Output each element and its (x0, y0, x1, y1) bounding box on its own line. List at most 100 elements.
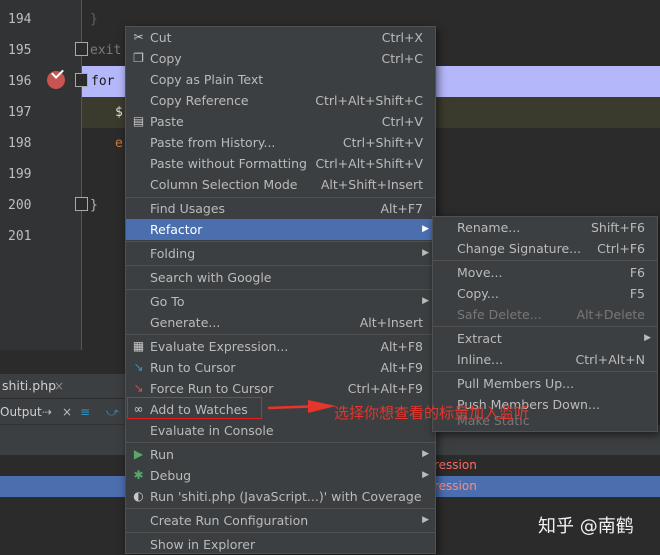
submenu-arrow-icon: ▶ (422, 515, 429, 525)
submenu-arrow-icon: ▶ (422, 470, 429, 480)
menu-item-label: Copy... (457, 286, 499, 301)
list-icon[interactable]: ≡ (80, 404, 90, 420)
menu-separator (126, 241, 435, 242)
file-tab[interactable]: shiti.php (0, 374, 56, 398)
menu-item-folding[interactable]: Folding ▶ (126, 243, 435, 264)
editor-context-menu: ✂ Cut Ctrl+X ❐ Copy Ctrl+C Copy as Plain… (125, 26, 436, 554)
menu-item-paste-without-formatting[interactable]: Paste without Formatting Ctrl+Alt+Shift+… (126, 153, 435, 174)
submenu-item-inline[interactable]: Inline... Ctrl+Alt+N (433, 349, 657, 370)
close-icon[interactable]: × (62, 404, 72, 420)
close-icon[interactable]: × (54, 374, 64, 398)
menu-item-paste-from-history[interactable]: Paste from History... Ctrl+Shift+V (126, 132, 435, 153)
watch-value-text: ression (434, 479, 477, 493)
menu-item-run-to-cursor[interactable]: ↘ Run to Cursor Alt+F9 (126, 357, 435, 378)
pin-arrow-icon[interactable]: ⇢ (42, 404, 52, 420)
menu-item-label: Show in Explorer (150, 537, 256, 552)
menu-item-label: Move... (457, 265, 503, 280)
menu-item-evaluate-expression[interactable]: ▦ Evaluate Expression... Alt+F8 (126, 336, 435, 357)
shortcut-text: Alt+F7 (380, 201, 423, 216)
fold-marker-icon[interactable] (75, 42, 88, 56)
submenu-item-copy[interactable]: Copy... F5 (433, 283, 657, 304)
shortcut-text: Ctrl+F6 (597, 241, 645, 256)
submenu-item-extract[interactable]: Extract ▶ (433, 328, 657, 349)
shortcut-text: Alt+F8 (380, 339, 423, 354)
code-text: exit (90, 43, 122, 58)
menu-item-label: Inline... (457, 352, 504, 367)
menu-item-generate[interactable]: Generate... Alt+Insert (126, 312, 435, 333)
fold-marker-icon[interactable] (75, 197, 88, 211)
shortcut-text: Ctrl+Alt+N (575, 352, 645, 367)
menu-item-label: Evaluate in Console (150, 423, 274, 438)
menu-item-label: Run 'shiti.php (JavaScript...)' with Cov… (150, 489, 422, 504)
line-number: 198 (8, 136, 32, 151)
menu-item-label: Create Run Configuration (150, 513, 309, 528)
menu-item-force-run-to-cursor[interactable]: ↘ Force Run to Cursor Ctrl+Alt+F9 (126, 378, 435, 399)
code-text: e (115, 136, 123, 151)
menu-item-copy[interactable]: ❐ Copy Ctrl+C (126, 48, 435, 69)
menu-item-paste[interactable]: ▤ Paste Ctrl+V (126, 111, 435, 132)
menu-item-copy-reference[interactable]: Copy Reference Ctrl+Alt+Shift+C (126, 90, 435, 111)
calculator-icon: ▦ (132, 339, 145, 353)
menu-item-debug[interactable]: ✱ Debug ▶ (126, 465, 435, 486)
menu-item-copy-plain-text[interactable]: Copy as Plain Text (126, 69, 435, 90)
submenu-item-move[interactable]: Move... F6 (433, 262, 657, 283)
debug-toolbar: Output ⇢ × ≡ ⤻ (0, 399, 125, 425)
submenu-arrow-icon: ▶ (422, 296, 429, 306)
submenu-arrow-icon: ▶ (422, 224, 429, 234)
clipboard-icon: ▤ (132, 114, 145, 128)
menu-item-go-to[interactable]: Go To ▶ (126, 291, 435, 312)
submenu-arrow-icon: ▶ (644, 333, 651, 343)
shortcut-text: Alt+Shift+Insert (320, 177, 423, 192)
menu-item-search-google[interactable]: Search with Google (126, 267, 435, 288)
shortcut-text: Alt+Insert (359, 315, 423, 330)
watch-value-text: ression (434, 458, 477, 472)
menu-item-evaluate-in-console[interactable]: Evaluate in Console (126, 420, 435, 441)
shortcut-text: Alt+F9 (380, 360, 423, 375)
submenu-item-safe-delete[interactable]: Safe Delete... Alt+Delete (433, 304, 657, 325)
menu-item-create-run-configuration[interactable]: Create Run Configuration ▶ (126, 510, 435, 531)
menu-item-label: Cut (150, 30, 172, 45)
refactor-submenu: Rename... Shift+F6 Change Signature... C… (432, 216, 658, 432)
debug-bug-icon: ✱ (133, 468, 144, 482)
menu-item-label: Copy (150, 51, 182, 66)
force-run-to-cursor-icon: ↘ (133, 381, 144, 395)
menu-item-find-usages[interactable]: Find Usages Alt+F7 (126, 198, 435, 219)
menu-item-cut[interactable]: ✂ Cut Ctrl+X (126, 27, 435, 48)
menu-item-show-in-explorer[interactable]: Show in Explorer (126, 534, 435, 555)
fold-marker-icon[interactable] (75, 73, 88, 87)
shortcut-text: F6 (629, 265, 645, 280)
code-text: } (90, 12, 98, 27)
menu-item-label: Pull Members Up... (457, 376, 575, 391)
code-text: } (90, 198, 98, 213)
menu-item-label: Find Usages (150, 201, 226, 216)
submenu-item-pull-members-up[interactable]: Pull Members Up... (433, 373, 657, 394)
code-text: $ (115, 105, 123, 120)
menu-item-run-with-coverage[interactable]: ◐ Run 'shiti.php (JavaScript...)' with C… (126, 486, 435, 507)
submenu-item-rename[interactable]: Rename... Shift+F6 (433, 217, 657, 238)
menu-item-label: Force Run to Cursor (150, 381, 274, 396)
menu-separator (126, 508, 435, 509)
step-icon[interactable]: ⤻ (106, 404, 119, 420)
annotation-highlight-box (127, 397, 262, 419)
menu-item-label: Copy as Plain Text (150, 72, 264, 87)
menu-item-column-selection-mode[interactable]: Column Selection Mode Alt+Shift+Insert (126, 174, 435, 195)
menu-item-label: Paste from History... (150, 135, 276, 150)
shortcut-text: Ctrl+Alt+F9 (347, 381, 423, 396)
shortcut-text: Ctrl+Alt+Shift+C (315, 93, 423, 108)
output-tab[interactable]: Output (0, 399, 42, 425)
copy-icon: ❐ (133, 51, 144, 65)
menu-item-label: Refactor (150, 222, 203, 237)
submenu-item-change-signature[interactable]: Change Signature... Ctrl+F6 (433, 238, 657, 259)
menu-item-run[interactable]: ▶ Run ▶ (126, 444, 435, 465)
menu-separator (433, 371, 657, 372)
line-number: 194 (8, 12, 32, 27)
submenu-arrow-icon: ▶ (422, 449, 429, 459)
run-to-cursor-icon: ↘ (133, 360, 144, 374)
line-number: 199 (8, 167, 32, 182)
menu-item-label: Copy Reference (150, 93, 249, 108)
menu-item-refactor[interactable]: Refactor ▶ (126, 219, 435, 240)
menu-separator (126, 442, 435, 443)
shortcut-text: Ctrl+C (381, 51, 423, 66)
menu-item-label: Run to Cursor (150, 360, 236, 375)
menu-item-label: Search with Google (150, 270, 272, 285)
